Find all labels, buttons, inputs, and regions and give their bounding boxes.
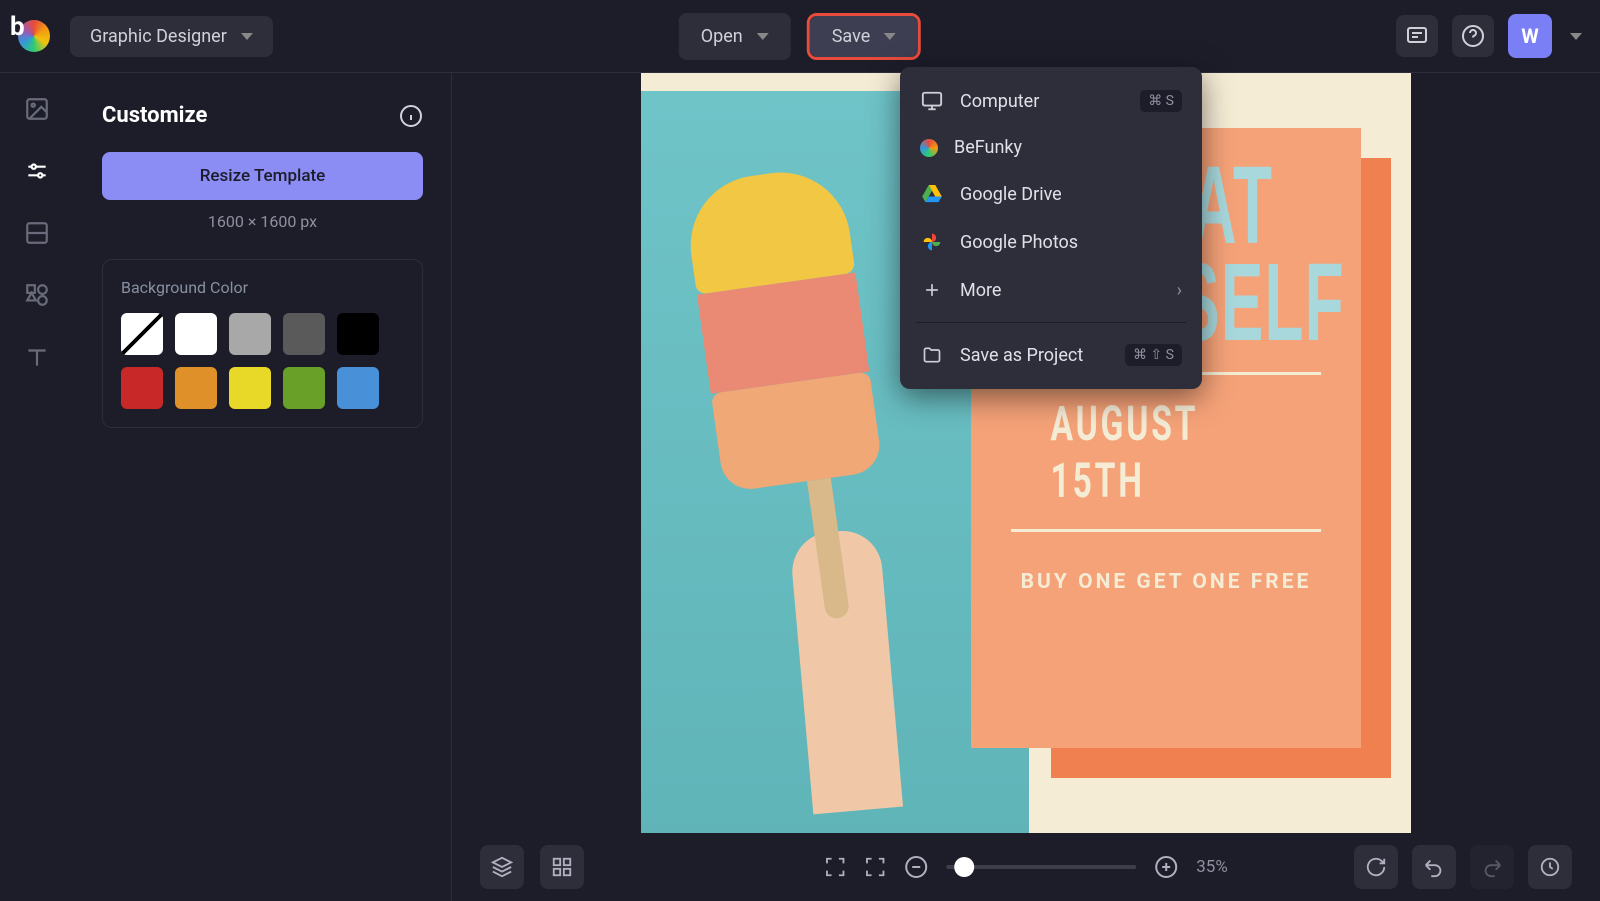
hand-graphic [789,528,903,815]
item-label: More [960,280,1001,301]
item-label: Google Photos [960,232,1078,253]
poster-date: AUGUST 15TH [1051,395,1282,509]
grid-button[interactable] [540,845,584,889]
comments-button[interactable] [1396,15,1438,57]
save-googlephotos-item[interactable]: Google Photos [900,218,1202,266]
layout-icon [24,220,50,246]
open-label: Open [701,26,743,47]
tool-customize[interactable] [21,155,53,187]
user-avatar[interactable]: W [1508,14,1552,58]
comment-icon [1405,24,1429,48]
app-name: Graphic Designer [90,26,227,47]
logo[interactable] [18,20,50,52]
shortcut: ⌘ ⇧ S [1125,344,1182,366]
undo-button[interactable] [1412,845,1456,889]
save-dropdown: Computer ⌘ S BeFunky Google Drive Google… [900,67,1202,389]
color-swatch[interactable] [175,313,217,355]
item-label: Computer [960,91,1039,112]
poster-promo: BUY ONE GET ONE FREE [1021,570,1312,594]
layers-icon [491,856,513,878]
history-button[interactable] [1528,845,1572,889]
tool-text[interactable] [21,341,53,373]
plus-icon [920,278,944,302]
color-swatch[interactable] [121,367,163,409]
fit-icon[interactable] [864,856,886,878]
shapes-icon [24,282,50,308]
tool-graphics[interactable] [21,279,53,311]
zoom-out-icon[interactable] [904,855,928,879]
background-color-label: Background Color [121,278,404,297]
resize-template-button[interactable]: Resize Template [102,152,423,200]
sliders-icon [24,158,50,184]
open-button[interactable]: Open [679,13,791,60]
panel-title: Customize [102,103,207,128]
befunky-icon [920,139,938,157]
color-grid [121,313,404,409]
chevron-down-icon [757,33,769,40]
save-label: Save [832,26,871,47]
save-button-highlight: Save [807,13,922,60]
save-more-item[interactable]: More › [900,266,1202,314]
googledrive-icon [920,182,944,206]
tool-layout[interactable] [21,217,53,249]
color-swatch[interactable] [337,313,379,355]
image-icon [24,96,50,122]
save-project-item[interactable]: Save as Project ⌘ ⇧ S [900,331,1202,379]
save-googledrive-item[interactable]: Google Drive [900,170,1202,218]
item-label: Save as Project [960,345,1083,366]
chevron-down-icon[interactable] [1570,33,1582,40]
redo-button[interactable] [1470,845,1514,889]
avatar-initial: W [1521,24,1539,48]
save-button[interactable]: Save [810,16,919,57]
dimensions-text: 1600 × 1600 px [102,212,423,231]
folder-icon [920,343,944,367]
app-selector[interactable]: Graphic Designer [70,16,273,57]
color-swatch[interactable] [337,367,379,409]
slider-thumb[interactable] [954,857,974,877]
help-icon [1461,24,1485,48]
zoom-slider[interactable] [946,865,1136,869]
save-computer-item[interactable]: Computer ⌘ S [900,77,1202,125]
help-button[interactable] [1452,15,1494,57]
color-swatch[interactable] [229,367,271,409]
sync-button[interactable] [1354,845,1398,889]
tool-image[interactable] [21,93,53,125]
redo-icon [1481,856,1503,878]
color-swatch[interactable] [175,367,217,409]
sync-icon [1365,856,1387,878]
color-swatch[interactable] [283,313,325,355]
layers-button[interactable] [480,845,524,889]
info-icon[interactable] [399,104,423,128]
chevron-down-icon [884,33,896,40]
undo-icon [1423,856,1445,878]
shortcut: ⌘ S [1140,90,1182,112]
monitor-icon [920,89,944,113]
item-label: BeFunky [954,137,1022,158]
zoom-in-icon[interactable] [1154,855,1178,879]
chevron-right-icon: › [1177,280,1182,301]
popsicle-graphic [682,159,915,502]
text-icon [24,344,50,370]
chevron-down-icon [241,33,253,40]
divider [916,322,1186,323]
grid-icon [551,856,573,878]
save-befunky-item[interactable]: BeFunky [900,125,1202,170]
fullscreen-icon[interactable] [824,856,846,878]
googlephotos-icon [920,230,944,254]
item-label: Google Drive [960,184,1062,205]
color-swatch[interactable] [283,367,325,409]
color-swatch-none[interactable] [121,313,163,355]
zoom-value[interactable]: 35% [1196,857,1228,877]
divider [1011,529,1321,532]
history-icon [1539,856,1561,878]
color-swatch[interactable] [229,313,271,355]
